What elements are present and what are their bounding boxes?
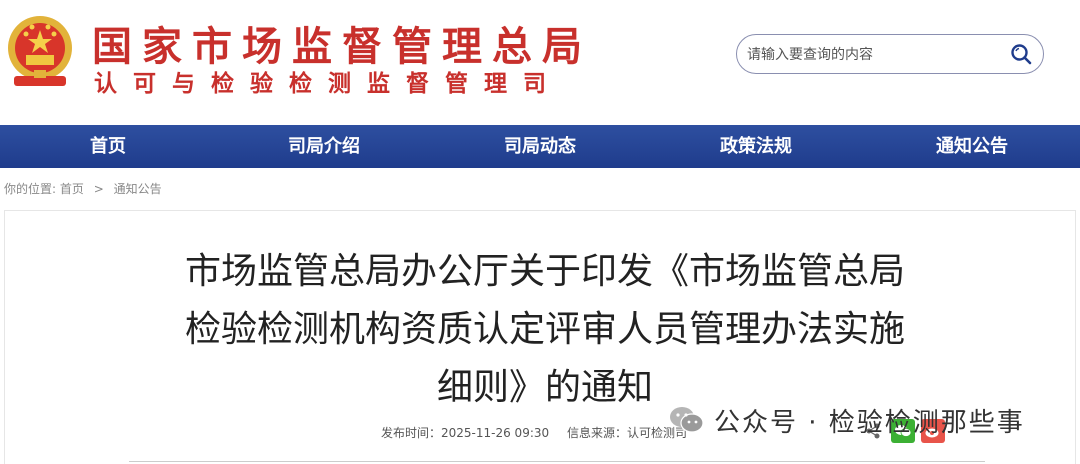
- article-meta: 发布时间：2025-11-26 09:30 信息来源：认可检测司: [381, 424, 701, 441]
- breadcrumb-prefix: 你的位置:: [4, 182, 57, 196]
- breadcrumb: 你的位置: 首页 > 通知公告: [4, 180, 162, 197]
- article-title: 市场监管总局办公厅关于印发《市场监管总局 检验检测机构资质认定评审人员管理办法实…: [135, 243, 955, 417]
- meta-divider: [129, 461, 985, 462]
- breadcrumb-home-link[interactable]: 首页: [60, 182, 84, 196]
- watermark: 公众号 · 检验检测那些事: [668, 400, 1025, 440]
- site-subtitle: 认可与检验检测监督管理司: [94, 71, 562, 97]
- main-nav: 首页 司局介绍 司局动态 政策法规 通知公告: [0, 125, 1080, 168]
- site-header: 国家市场监督管理总局 认可与检验检测监督管理司: [0, 0, 1080, 125]
- breadcrumb-current-link[interactable]: 通知公告: [114, 182, 162, 196]
- publish-time: 发布时间：2025-11-26 09:30: [381, 426, 550, 440]
- breadcrumb-separator: >: [93, 182, 104, 196]
- national-emblem-icon[interactable]: [4, 10, 76, 92]
- wechat-logo-icon: [670, 407, 704, 433]
- nav-item-news[interactable]: 司局动态: [432, 125, 648, 168]
- nav-item-home[interactable]: 首页: [0, 125, 216, 168]
- search-input[interactable]: [747, 43, 997, 67]
- watermark-text: 公众号 · 检验检测那些事: [714, 407, 1025, 438]
- article-title-line: 检验检测机构资质认定评审人员管理办法实施: [184, 309, 905, 350]
- nav-item-policy[interactable]: 政策法规: [648, 125, 864, 168]
- nav-item-notices[interactable]: 通知公告: [864, 125, 1080, 168]
- search-icon[interactable]: [1009, 42, 1033, 66]
- search-box: [736, 34, 1044, 74]
- article-title-line: 市场监管总局办公厅关于印发《市场监管总局: [184, 251, 905, 292]
- nav-item-about[interactable]: 司局介绍: [216, 125, 432, 168]
